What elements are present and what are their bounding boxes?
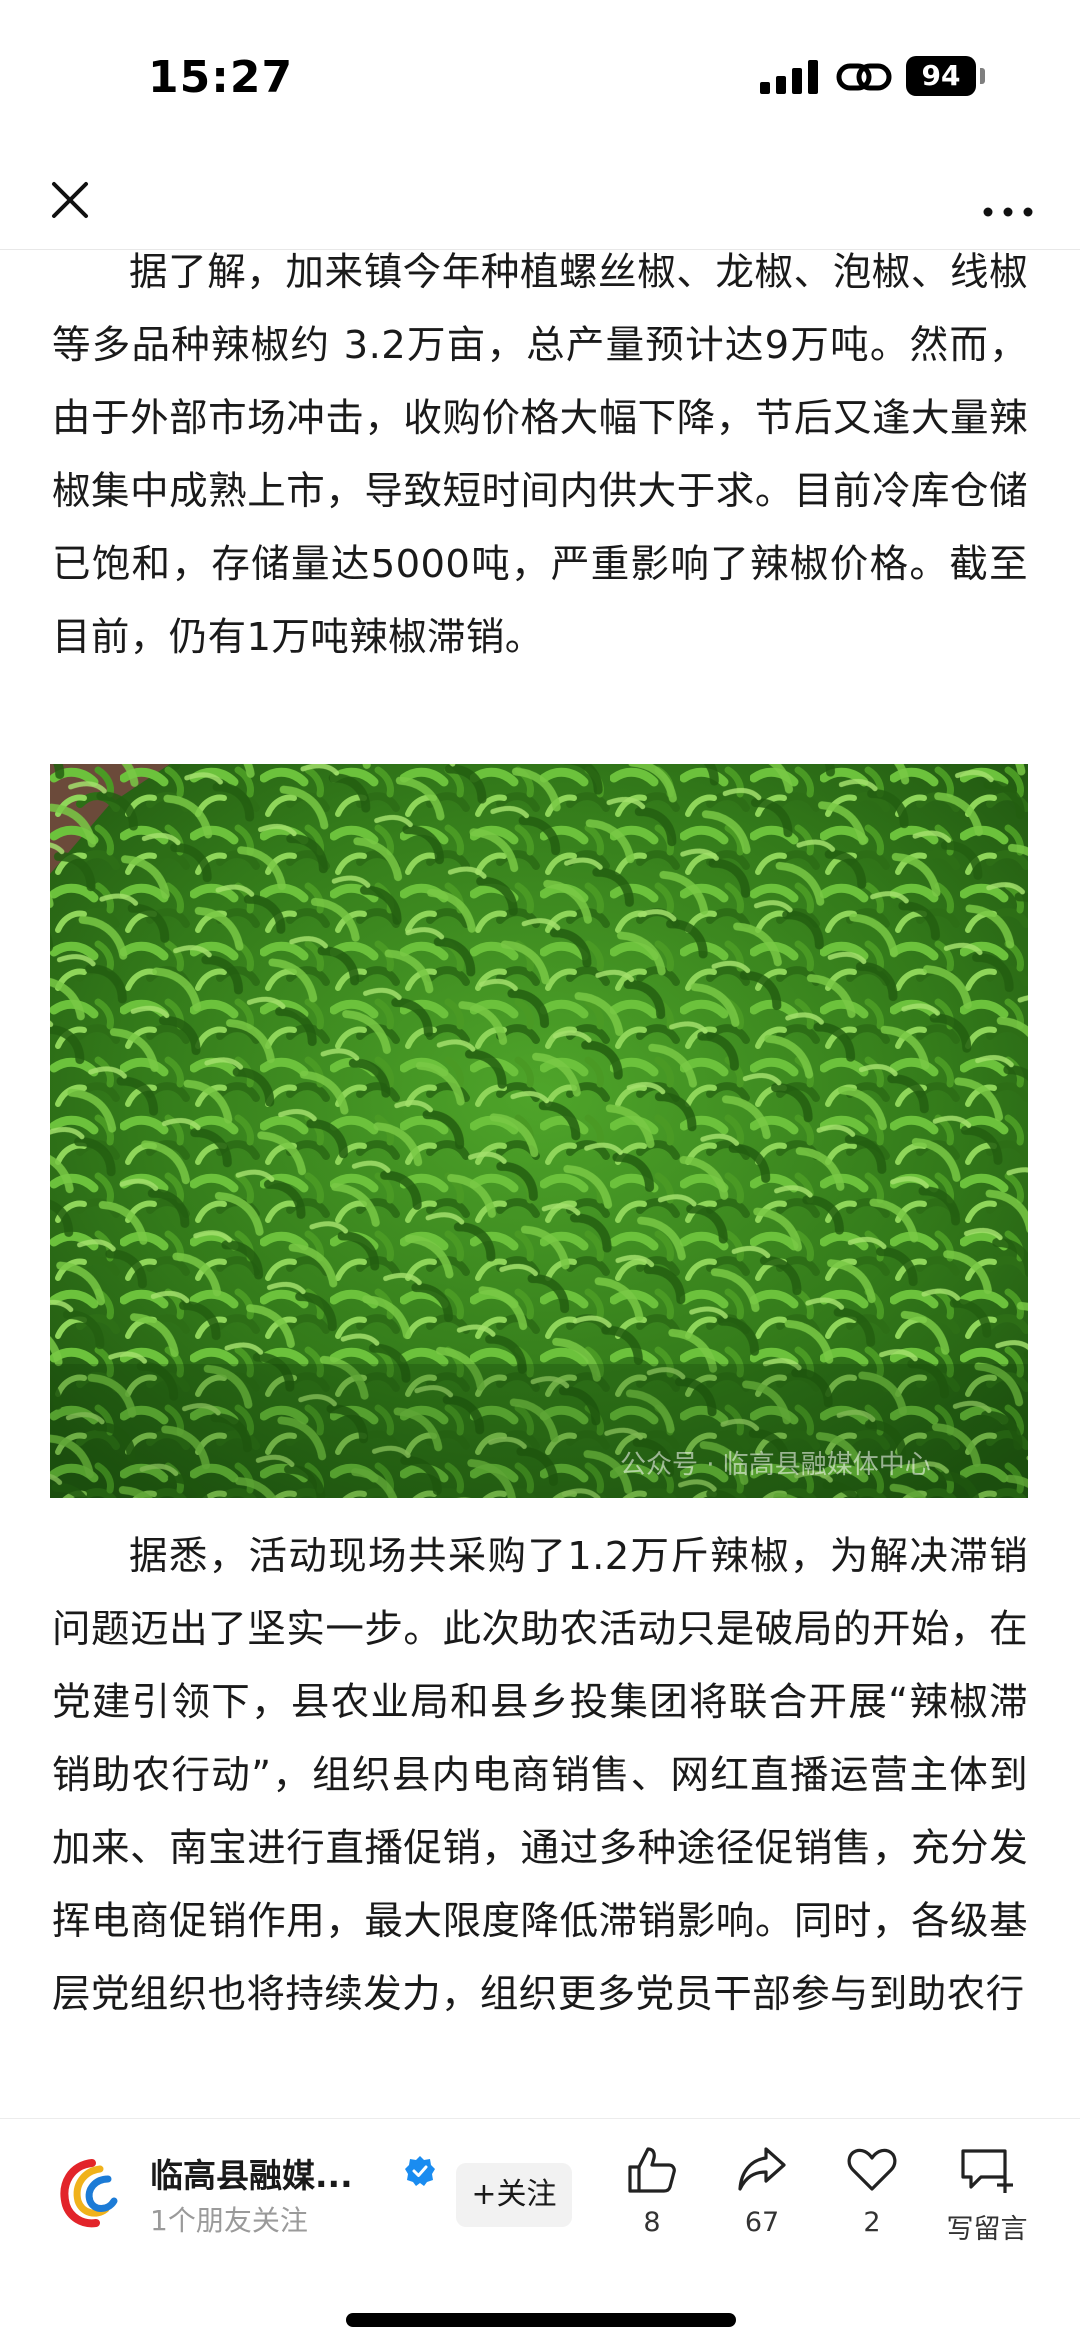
- share-button[interactable]: 67: [712, 2145, 812, 2238]
- verified-badge-icon: [405, 2156, 435, 2186]
- follower-note: 1个朋友关注: [150, 2204, 308, 2237]
- comment-button[interactable]: 写留言: [932, 2145, 1042, 2246]
- image-watermark: 公众号 · 临高县融媒体中心: [620, 1450, 931, 1480]
- more-icon[interactable]: [978, 170, 1038, 230]
- account-name[interactable]: 临高县融媒...: [150, 2149, 353, 2197]
- share-count: 67: [744, 2207, 780, 2238]
- home-indicator[interactable]: [346, 2313, 736, 2327]
- peppers-illustration: [50, 764, 1028, 1498]
- article-paragraph-1: 据了解，加来镇今年种植螺丝椒、龙椒、泡椒、线椒等多品种辣椒约 3.2万亩，总产量…: [52, 250, 1028, 660]
- article-image-peppers[interactable]: 公众号 · 临高县融媒体中心: [50, 764, 1028, 1498]
- comment-label: 写留言: [946, 2214, 1028, 2245]
- account-avatar[interactable]: [52, 2155, 128, 2231]
- share-icon: [738, 2147, 786, 2191]
- battery-icon: 94: [906, 56, 976, 96]
- link-icon: [836, 63, 892, 91]
- thumbs-up-icon: [628, 2147, 676, 2193]
- favorite-count: 2: [863, 2207, 881, 2238]
- status-bar: 15:27 94: [0, 0, 1080, 150]
- favorite-button[interactable]: 2: [822, 2145, 922, 2238]
- signal-icon: [760, 60, 818, 94]
- article-paragraph-2: 据悉，活动现场共采购了1.2万斤辣椒，为解决滞销问题迈出了坚实一步。此次助农活动…: [52, 1534, 1028, 2017]
- follow-button[interactable]: +关注: [456, 2163, 572, 2227]
- comment-add-icon: [961, 2149, 1013, 2193]
- like-button[interactable]: 8: [602, 2145, 702, 2238]
- status-time: 15:27: [148, 52, 294, 103]
- nav-bar: [0, 150, 1080, 250]
- like-count: 8: [643, 2207, 661, 2238]
- battery-tip: [980, 68, 985, 84]
- close-icon[interactable]: [40, 170, 100, 230]
- heart-icon: [847, 2148, 897, 2191]
